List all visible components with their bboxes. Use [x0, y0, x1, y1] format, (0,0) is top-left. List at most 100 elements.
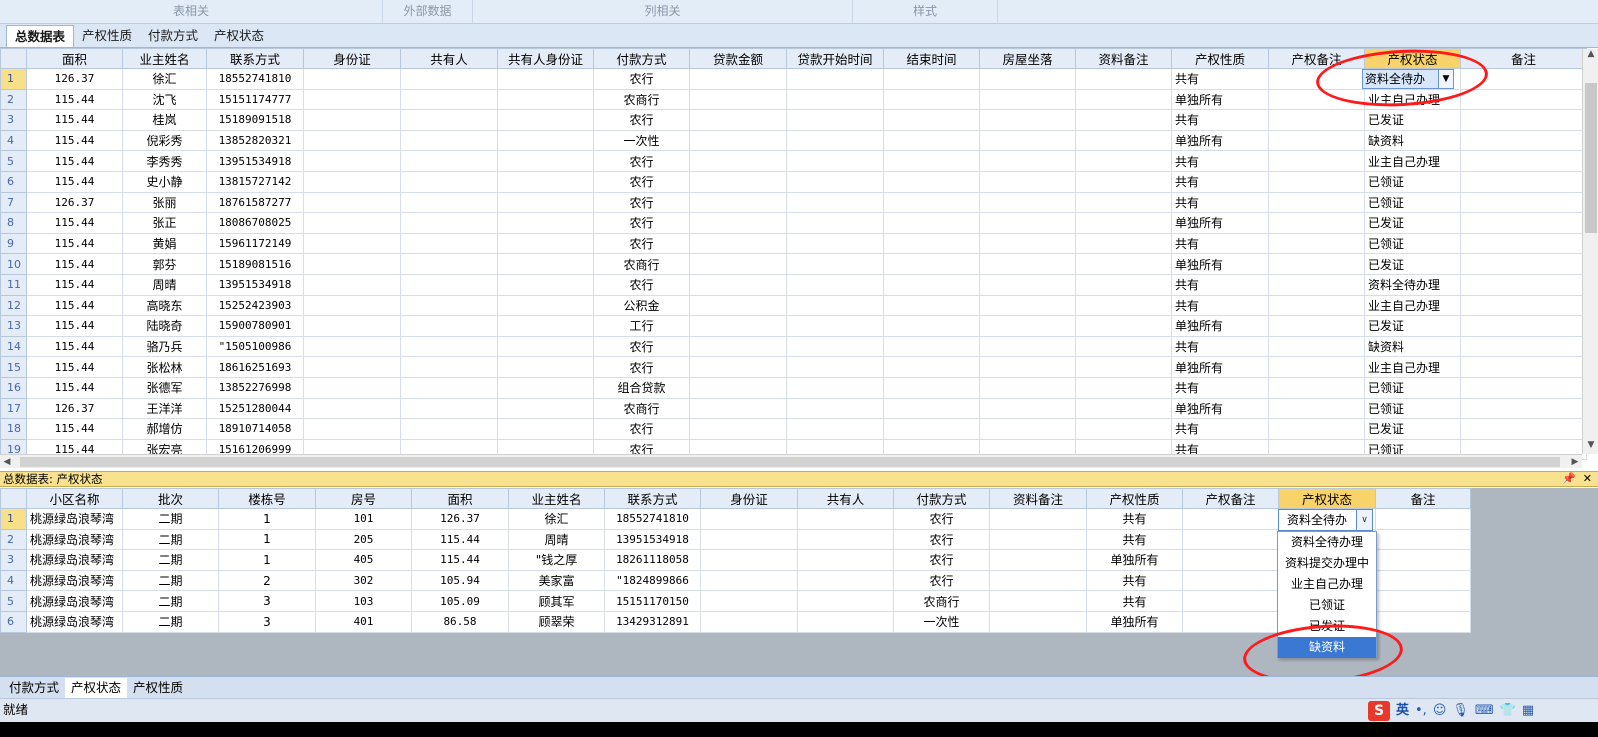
table-cell[interactable]: 张德军 [122, 376, 207, 399]
column-header[interactable]: 共有人 [400, 48, 498, 69]
table-cell[interactable] [303, 170, 401, 193]
punctuation-icon[interactable]: •, [1415, 700, 1427, 722]
table-cell[interactable]: 农商行 [593, 397, 690, 420]
table-cell[interactable] [979, 356, 1076, 378]
table-cell[interactable] [786, 68, 884, 90]
table-cell[interactable] [786, 109, 884, 131]
vertical-scrollbar[interactable]: ▲ ▼ [1582, 49, 1598, 454]
table-cell[interactable]: 3 [218, 590, 316, 612]
table-cell[interactable]: 115.44 [26, 170, 123, 193]
table-cell[interactable] [497, 68, 594, 90]
table-row[interactable]: 3 115.44 桂岚 15189091518 农行 共有 已发证 [0, 109, 1587, 131]
table-cell[interactable] [989, 549, 1087, 571]
table-cell[interactable] [303, 273, 401, 296]
table-cell[interactable] [1268, 191, 1365, 214]
column-header[interactable]: 联系方式 [604, 488, 701, 509]
table-cell[interactable] [1460, 191, 1587, 214]
table-cell[interactable] [497, 212, 594, 234]
table-cell[interactable] [786, 335, 884, 358]
table-cell[interactable]: 农行 [593, 418, 690, 440]
table-cell[interactable] [689, 356, 787, 378]
row-number[interactable]: 1 [0, 508, 27, 530]
scroll-right-icon[interactable]: ▶ [1568, 455, 1582, 469]
table-cell[interactable] [689, 129, 787, 152]
table-cell[interactable]: 桃源绿岛浪琴湾 [26, 610, 123, 633]
table-cell[interactable] [786, 315, 884, 337]
table-cell[interactable] [1182, 610, 1279, 633]
table-row[interactable]: 11 115.44 周晴 13951534918 农行 共有 资料全待办理 [0, 273, 1587, 296]
column-header[interactable]: 面积 [411, 488, 509, 509]
table-cell[interactable] [883, 191, 980, 214]
table-cell[interactable] [786, 418, 884, 440]
close-icon[interactable]: ✕ [1583, 472, 1592, 486]
table-cell[interactable] [400, 418, 498, 440]
chevron-down-icon[interactable]: ∨ [1356, 510, 1372, 530]
table-cell[interactable] [1460, 212, 1587, 234]
table-cell[interactable] [1268, 150, 1365, 172]
table-cell[interactable] [1375, 569, 1471, 592]
table-cell[interactable] [786, 129, 884, 152]
table-row[interactable]: 5 桃源绿岛浪琴湾 二期 3 103 105.09 顾其军 15151170150 农商行 共有 [0, 590, 1471, 612]
table-cell[interactable]: 缺资料 [1364, 129, 1461, 152]
table-cell[interactable] [1268, 253, 1365, 275]
table-row[interactable]: 17 126.37 王洋洋 15251280044 农商行 单独所有 已领证 [0, 397, 1587, 420]
table-cell[interactable] [1182, 528, 1279, 551]
table-cell[interactable] [883, 397, 980, 420]
table-cell[interactable]: "1824899866 [604, 569, 701, 592]
table-cell[interactable] [786, 191, 884, 214]
row-number[interactable]: 13 [0, 315, 27, 337]
table-cell[interactable]: 高晓东 [122, 294, 207, 317]
table-cell[interactable]: 郭芬 [122, 253, 207, 275]
table-cell[interactable]: 史小静 [122, 170, 207, 193]
table-cell[interactable]: 沈飞 [122, 88, 207, 111]
table-cell[interactable] [1075, 129, 1172, 152]
table-cell[interactable]: 徐汇 [122, 68, 207, 90]
table-cell[interactable]: 资料全待办理 [1364, 273, 1461, 296]
table-cell[interactable]: 张丽 [122, 191, 207, 214]
table-cell[interactable] [1460, 418, 1587, 440]
table-cell[interactable] [1075, 273, 1172, 296]
table-cell[interactable]: 农商行 [593, 253, 690, 275]
table-cell[interactable] [303, 212, 401, 234]
column-header[interactable]: 产权性质 [1086, 488, 1183, 509]
table-cell[interactable] [689, 376, 787, 399]
table-cell[interactable] [786, 253, 884, 275]
table-cell[interactable] [497, 335, 594, 358]
table-cell[interactable]: 115.44 [26, 356, 123, 378]
dropdown-option[interactable]: 业主自己办理 [1278, 574, 1376, 595]
table-cell[interactable] [883, 315, 980, 337]
table-cell[interactable] [303, 418, 401, 440]
tab-property-nature[interactable]: 产权性质 [74, 25, 140, 47]
table-cell[interactable] [786, 294, 884, 317]
table-cell[interactable] [303, 335, 401, 358]
table-cell[interactable]: 农行 [593, 170, 690, 193]
table-cell[interactable]: 业主自己办理 [1364, 150, 1461, 172]
table-cell[interactable]: 单独所有 [1171, 129, 1269, 152]
property-status-combo[interactable]: 资料全待办 ∨ [1278, 509, 1373, 531]
lower-data-grid[interactable]: 小区名称 批次 楼栋号 房号 面积 业主姓名 联系方式 身份证 共有人 付款方式 资料备注 产权性质产… [0, 488, 1471, 633]
column-header[interactable]: 房屋坐落 [979, 48, 1076, 69]
table-cell[interactable]: 桃源绿岛浪琴湾 [26, 569, 123, 592]
table-cell[interactable] [400, 68, 498, 90]
column-header[interactable]: 身份证 [303, 48, 401, 69]
table-cell[interactable] [883, 68, 980, 90]
table-cell[interactable] [1075, 170, 1172, 193]
scroll-thumb[interactable] [1585, 83, 1597, 233]
table-cell[interactable]: 二期 [122, 590, 219, 612]
table-cell[interactable]: 18910714058 [206, 418, 304, 440]
table-cell[interactable] [786, 170, 884, 193]
table-cell[interactable] [303, 150, 401, 172]
table-cell[interactable]: 组合贷款 [593, 376, 690, 399]
table-cell[interactable] [797, 549, 894, 571]
table-cell[interactable]: 周晴 [508, 528, 605, 551]
row-number[interactable]: 4 [0, 129, 27, 152]
table-cell[interactable] [497, 253, 594, 275]
table-row[interactable]: 5 115.44 李秀秀 13951534918 农行 共有 业主自己办理 [0, 150, 1587, 172]
table-cell[interactable] [1460, 335, 1587, 358]
table-row[interactable]: 13 115.44 陆晓奇 15900780901 工行 单独所有 已发证 [0, 315, 1587, 337]
table-cell[interactable] [979, 273, 1076, 296]
table-cell[interactable] [979, 253, 1076, 275]
table-cell[interactable] [1268, 376, 1365, 399]
table-cell[interactable]: 桃源绿岛浪琴湾 [26, 528, 123, 551]
table-cell[interactable]: 王洋洋 [122, 397, 207, 420]
